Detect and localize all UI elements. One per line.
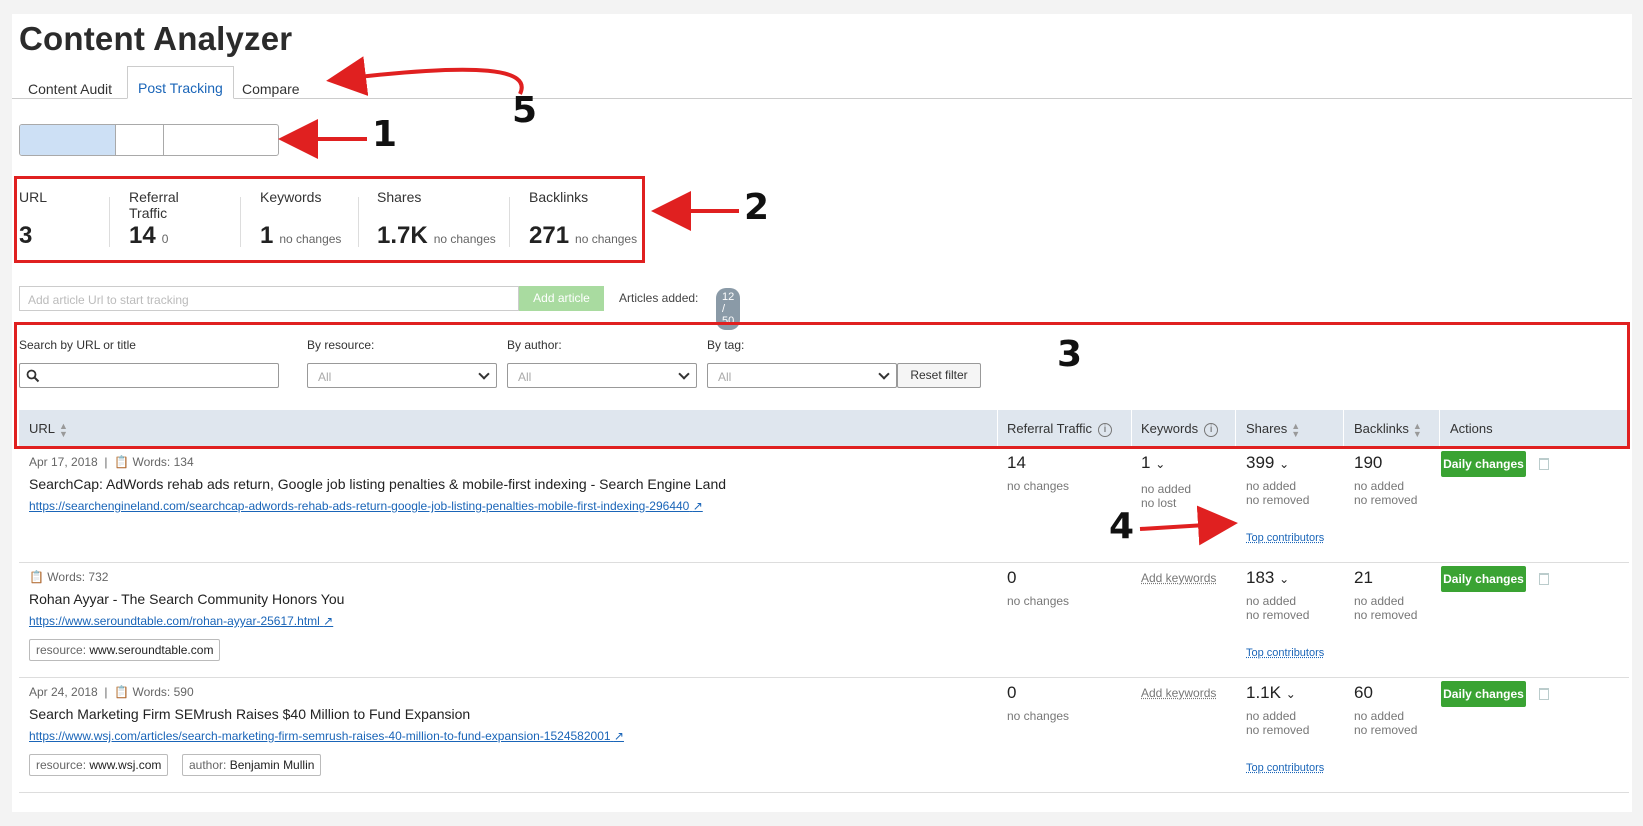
tab-content-audit[interactable]: Content Audit	[18, 73, 122, 100]
article-link[interactable]: https://www.seroundtable.com/rohan-ayyar…	[29, 614, 333, 628]
add-keywords-link[interactable]: Add keywords	[1141, 571, 1216, 585]
annotation-box-2	[14, 176, 645, 263]
annotation-label-1: 1	[372, 114, 398, 155]
date-range-segmented-control[interactable]	[19, 124, 279, 156]
row-meta: 📋 Words: 732	[29, 570, 109, 584]
chevron-down-icon: ⌄	[1279, 572, 1290, 586]
chevron-down-icon: ⌄	[1285, 687, 1296, 701]
page-title: Content Analyzer	[19, 20, 293, 57]
tab-post-tracking[interactable]: Post Tracking	[127, 66, 234, 99]
daily-changes-button[interactable]: Daily changes	[1441, 451, 1526, 477]
trash-icon[interactable]	[1539, 458, 1549, 470]
add-keywords-link[interactable]: Add keywords	[1141, 686, 1216, 700]
table-row: 📋 Words: 732 Rohan Ayyar - The Search Co…	[19, 563, 1629, 678]
article-link[interactable]: https://searchengineland.com/searchcap-a…	[29, 499, 703, 513]
articles-added-label: Articles added:	[619, 291, 699, 305]
external-link-icon: ↗	[323, 614, 334, 628]
annotation-box-3	[14, 322, 1630, 449]
resource-chip[interactable]: resource: www.seroundtable.com	[29, 639, 221, 661]
segment-option-1[interactable]	[20, 125, 116, 155]
row-meta: Apr 17, 2018 | 📋 Words: 134	[29, 455, 194, 469]
keywords-dropdown[interactable]: 1 ⌄	[1141, 453, 1165, 473]
article-url-input[interactable]: Add article Url to start tracking	[19, 286, 519, 311]
daily-changes-button[interactable]: Daily changes	[1441, 566, 1526, 592]
external-link-icon: ↗	[692, 499, 703, 513]
top-contributors-link[interactable]: Top contributors	[1246, 532, 1324, 544]
clipboard-icon: 📋	[114, 455, 130, 469]
article-link[interactable]: https://www.wsj.com/articles/search-mark…	[29, 729, 624, 743]
annotation-label-5: 5	[512, 90, 538, 131]
table-row: Apr 17, 2018 | 📋 Words: 134 SearchCap: A…	[19, 448, 1629, 563]
shares-dropdown[interactable]: 1.1K ⌄	[1246, 683, 1296, 703]
top-contributors-link[interactable]: Top contributors	[1246, 647, 1324, 659]
annotation-label-4: 4	[1109, 506, 1135, 547]
clipboard-icon: 📋	[114, 685, 130, 699]
tab-compare[interactable]: Compare	[232, 73, 310, 100]
segment-option-3[interactable]	[164, 125, 278, 155]
external-link-icon: ↗	[613, 729, 624, 743]
chevron-down-icon: ⌄	[1279, 457, 1290, 471]
segment-option-2[interactable]	[116, 125, 164, 155]
resource-chip[interactable]: resource: www.wsj.com	[29, 754, 169, 776]
trash-icon[interactable]	[1539, 573, 1549, 585]
trash-icon[interactable]	[1539, 688, 1549, 700]
daily-changes-button[interactable]: Daily changes	[1441, 681, 1526, 707]
annotation-label-3: 3	[1057, 334, 1083, 375]
row-meta: Apr 24, 2018 | 📋 Words: 590	[29, 685, 194, 699]
table-row: Apr 24, 2018 | 📋 Words: 590 Search Marke…	[19, 678, 1629, 793]
tab-bar: Content Audit Post Tracking Compare	[12, 66, 1632, 99]
article-title: SearchCap: AdWords rehab ads return, Goo…	[29, 476, 727, 492]
article-title: Search Marketing Firm SEMrush Raises $40…	[29, 706, 471, 722]
shares-dropdown[interactable]: 183 ⌄	[1246, 568, 1289, 588]
annotation-label-2: 2	[744, 187, 770, 228]
chevron-down-icon: ⌄	[1155, 457, 1166, 471]
content-analyzer-page: Content Analyzer Content Audit Post Trac…	[12, 14, 1632, 812]
add-article-button[interactable]: Add article	[519, 286, 604, 311]
article-title: Rohan Ayyar - The Search Community Honor…	[29, 591, 345, 607]
author-chip[interactable]: author: Benjamin Mullin	[182, 754, 322, 776]
top-contributors-link[interactable]: Top contributors	[1246, 762, 1324, 774]
shares-dropdown[interactable]: 399 ⌄	[1246, 453, 1289, 473]
clipboard-icon: 📋	[29, 570, 44, 584]
